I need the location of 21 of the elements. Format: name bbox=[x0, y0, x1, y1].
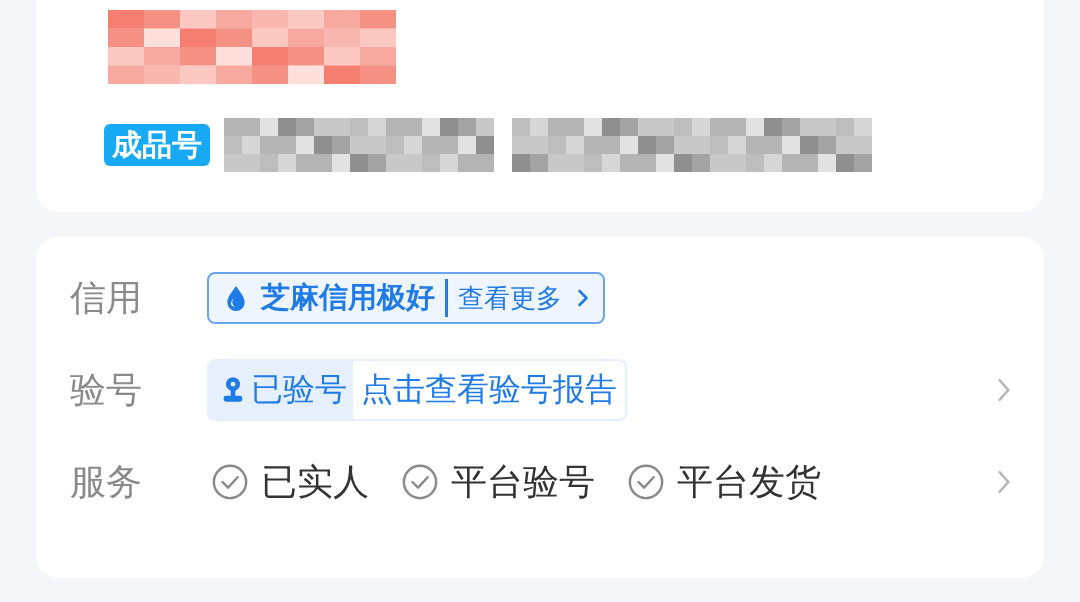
verify-tag[interactable]: 已验号 点击查看验号报告 bbox=[207, 359, 627, 421]
row-label: 信用 bbox=[70, 275, 143, 320]
chevron-right-icon[interactable] bbox=[996, 377, 1012, 403]
service-label: 已实人 bbox=[261, 459, 369, 504]
check-circle-icon bbox=[211, 463, 249, 501]
drop-icon bbox=[225, 285, 247, 311]
check-circle-icon bbox=[627, 463, 665, 501]
report-link[interactable]: 点击查看验号报告 bbox=[353, 361, 625, 419]
service-label: 平台验号 bbox=[451, 459, 595, 504]
row-label: 服务 bbox=[70, 459, 143, 504]
stamp-icon bbox=[221, 376, 245, 404]
product-badge: 成品号 bbox=[104, 124, 210, 166]
credit-tag[interactable]: 芝麻信用极好 查看更多 bbox=[207, 272, 605, 324]
service-label: 平台发货 bbox=[677, 459, 821, 504]
chevron-right-icon[interactable] bbox=[996, 469, 1012, 495]
row-label: 验号 bbox=[70, 367, 143, 412]
credit-rating: 芝麻信用极好 bbox=[261, 279, 435, 316]
chevron-right-icon bbox=[576, 288, 589, 308]
view-more-link[interactable]: 查看更多 bbox=[458, 280, 562, 316]
check-circle-icon bbox=[401, 463, 439, 501]
verify-status: 已验号 bbox=[251, 369, 347, 410]
